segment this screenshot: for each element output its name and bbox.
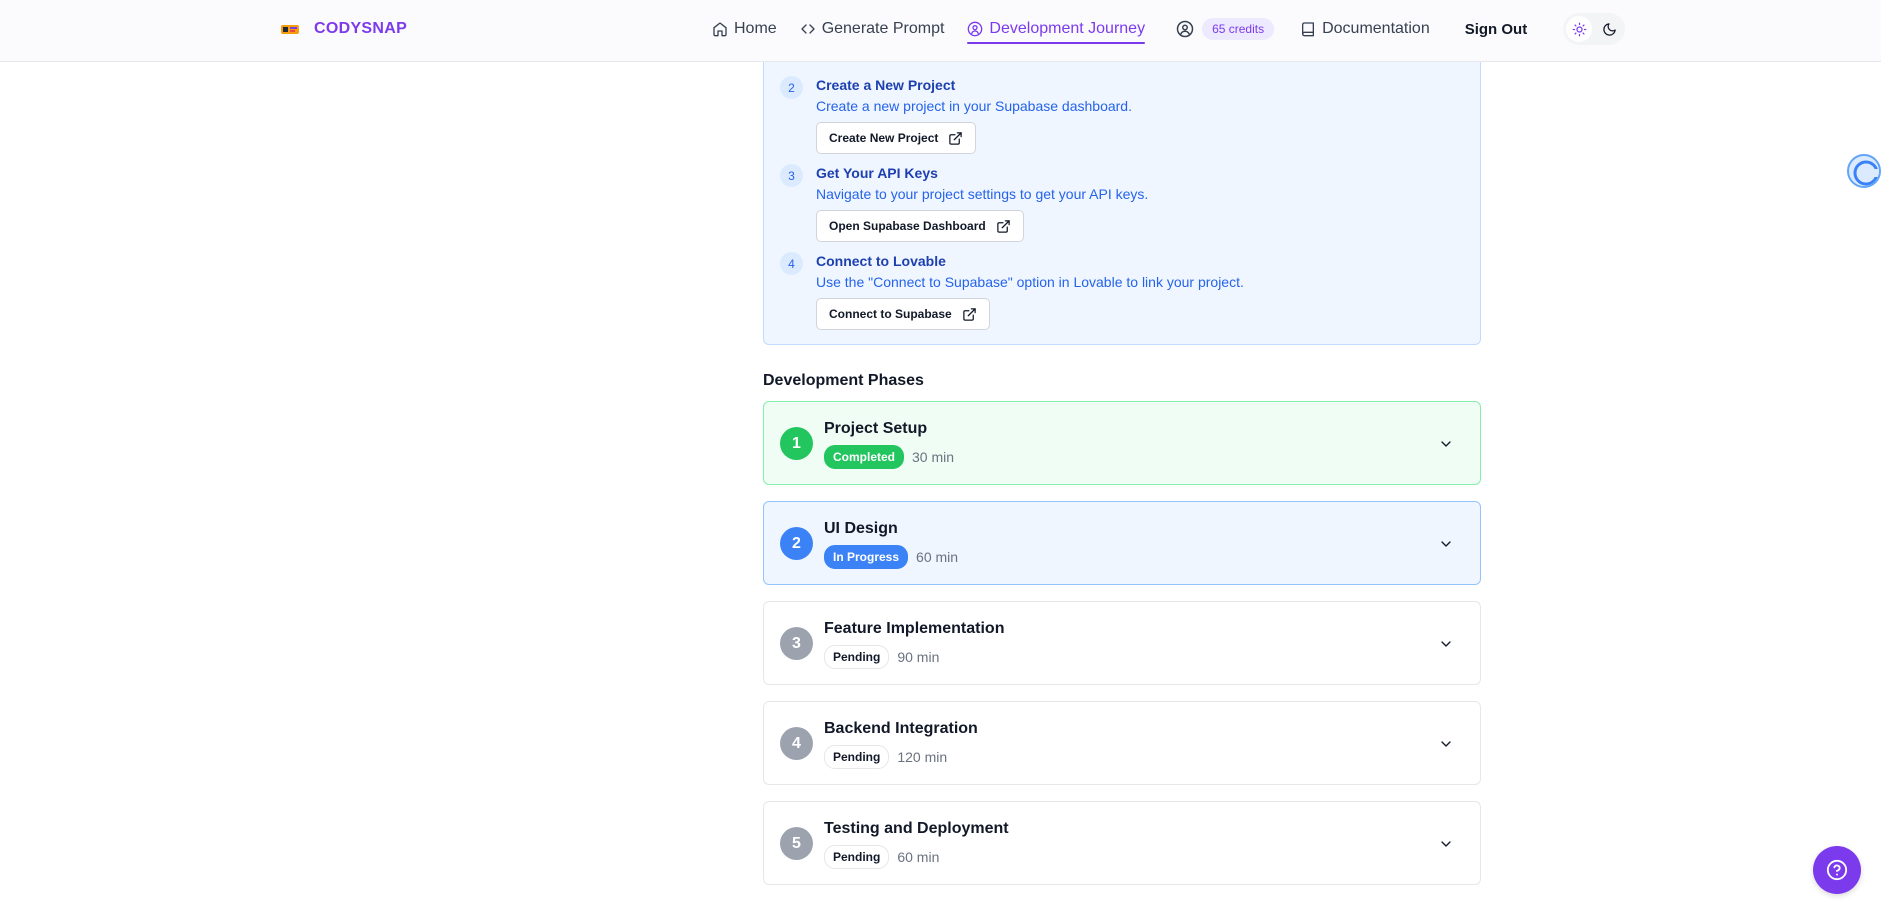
nav-generate-prompt[interactable]: Generate Prompt bbox=[800, 0, 945, 58]
phase-number: 5 bbox=[780, 827, 813, 860]
nav-home[interactable]: Home bbox=[712, 0, 777, 58]
brand-logo-icon bbox=[281, 25, 299, 34]
moon-icon[interactable] bbox=[1596, 16, 1622, 42]
brand-name: CODYSNAP bbox=[314, 20, 408, 37]
chevron-down-icon[interactable] bbox=[1438, 636, 1454, 652]
step-description: Create a new project in your Supabase da… bbox=[816, 98, 1132, 114]
phase-number: 4 bbox=[780, 727, 813, 760]
help-button[interactable] bbox=[1813, 846, 1861, 894]
phase-number: 3 bbox=[780, 627, 813, 660]
status-badge: Pending bbox=[824, 845, 890, 869]
sign-out-button[interactable]: Sign Out bbox=[1465, 0, 1528, 58]
supabase-setup-card: 2 Create a New Project Create a new proj… bbox=[763, 30, 1481, 345]
status-badge: In Progress bbox=[824, 545, 909, 569]
floating-assistant-icon[interactable] bbox=[1847, 154, 1881, 188]
create-new-project-button[interactable]: Create New Project bbox=[816, 122, 977, 154]
phase-title: Project Setup bbox=[824, 420, 928, 437]
external-link-icon bbox=[962, 307, 976, 321]
phase-meta: Completed 30 min bbox=[824, 445, 954, 469]
external-link-icon bbox=[949, 131, 963, 145]
phase-card-ui-design[interactable]: 2 UI Design In Progress 60 min bbox=[763, 501, 1481, 585]
phase-duration: 30 min bbox=[912, 449, 955, 465]
button-label: Open Supabase Dashboard bbox=[829, 219, 986, 233]
credits-badge: 65 credits bbox=[1202, 18, 1275, 40]
step-title: Connect to Lovable bbox=[816, 253, 946, 269]
book-icon bbox=[1302, 22, 1315, 37]
top-navbar: CODYSNAP Home Generate Prompt Developmen… bbox=[0, 0, 1881, 62]
phase-number: 2 bbox=[780, 527, 813, 560]
status-badge: Pending bbox=[824, 745, 890, 769]
phase-meta: Pending 60 min bbox=[824, 845, 939, 869]
help-circle-icon bbox=[1826, 859, 1848, 881]
step-number: 3 bbox=[780, 164, 803, 187]
nav-generate-prompt-label: Generate Prompt bbox=[821, 20, 945, 37]
phase-card-testing-and-deployment[interactable]: 5 Testing and Deployment Pending 60 min bbox=[763, 801, 1481, 885]
nav-documentation-label: Documentation bbox=[1322, 20, 1430, 37]
phase-duration: 60 min bbox=[916, 549, 959, 565]
chevron-down-icon[interactable] bbox=[1438, 836, 1454, 852]
phase-title: UI Design bbox=[824, 520, 898, 537]
theme-toggle bbox=[1563, 13, 1626, 45]
nav-development-journey[interactable]: Development Journey bbox=[967, 0, 1145, 58]
step-title: Create a New Project bbox=[816, 77, 956, 93]
main-nav: Home Generate Prompt Development Journey… bbox=[712, 0, 1626, 58]
phase-meta: Pending 120 min bbox=[824, 745, 947, 769]
phase-duration: 60 min bbox=[897, 849, 940, 865]
phase-meta: Pending 90 min bbox=[824, 645, 939, 669]
phase-number: 1 bbox=[780, 427, 813, 460]
setup-step: 4 Connect to Lovable Use the "Connect to… bbox=[780, 252, 1244, 330]
phase-duration: 90 min bbox=[897, 649, 940, 665]
nav-home-label: Home bbox=[734, 20, 777, 37]
step-description: Navigate to your project settings to get… bbox=[816, 186, 1149, 202]
phase-title: Backend Integration bbox=[824, 720, 978, 737]
phase-card-backend-integration[interactable]: 4 Backend Integration Pending 120 min bbox=[763, 701, 1481, 785]
status-badge: Completed bbox=[824, 445, 905, 469]
button-label: Connect to Supabase bbox=[829, 307, 952, 321]
chevron-down-icon[interactable] bbox=[1438, 736, 1454, 752]
home-icon bbox=[713, 22, 727, 37]
connect-to-supabase-button[interactable]: Connect to Supabase bbox=[816, 298, 990, 330]
journey-icon bbox=[968, 21, 983, 37]
step-number: 4 bbox=[780, 252, 803, 275]
phase-title: Feature Implementation bbox=[824, 620, 1005, 637]
external-link-icon bbox=[996, 219, 1010, 233]
user-circle-icon[interactable] bbox=[1176, 20, 1194, 38]
nav-development-journey-label: Development Journey bbox=[989, 20, 1146, 37]
setup-step: 3 Get Your API Keys Navigate to your pro… bbox=[780, 164, 1148, 242]
code-icon bbox=[801, 24, 815, 34]
development-phases-heading: Development Phases bbox=[763, 372, 924, 389]
open-supabase-dashboard-button[interactable]: Open Supabase Dashboard bbox=[816, 210, 1024, 242]
setup-step: 2 Create a New Project Create a new proj… bbox=[780, 76, 1132, 154]
chevron-down-icon[interactable] bbox=[1438, 436, 1454, 452]
phase-title: Testing and Deployment bbox=[824, 820, 1009, 837]
chevron-down-icon[interactable] bbox=[1438, 536, 1454, 552]
button-label: Create New Project bbox=[829, 131, 939, 145]
status-badge: Pending bbox=[824, 645, 890, 669]
nav-documentation[interactable]: Documentation bbox=[1300, 0, 1430, 58]
step-title: Get Your API Keys bbox=[816, 165, 938, 181]
sun-icon[interactable] bbox=[1566, 16, 1593, 42]
phase-card-project-setup[interactable]: 1 Project Setup Completed 30 min bbox=[763, 401, 1481, 485]
phase-duration: 120 min bbox=[897, 749, 948, 765]
phase-card-feature-implementation[interactable]: 3 Feature Implementation Pending 90 min bbox=[763, 601, 1481, 685]
brand-logo[interactable]: CODYSNAP bbox=[280, 19, 407, 39]
step-number: 2 bbox=[780, 76, 803, 99]
phase-meta: In Progress 60 min bbox=[824, 545, 958, 569]
step-description: Use the "Connect to Supabase" option in … bbox=[816, 274, 1244, 290]
